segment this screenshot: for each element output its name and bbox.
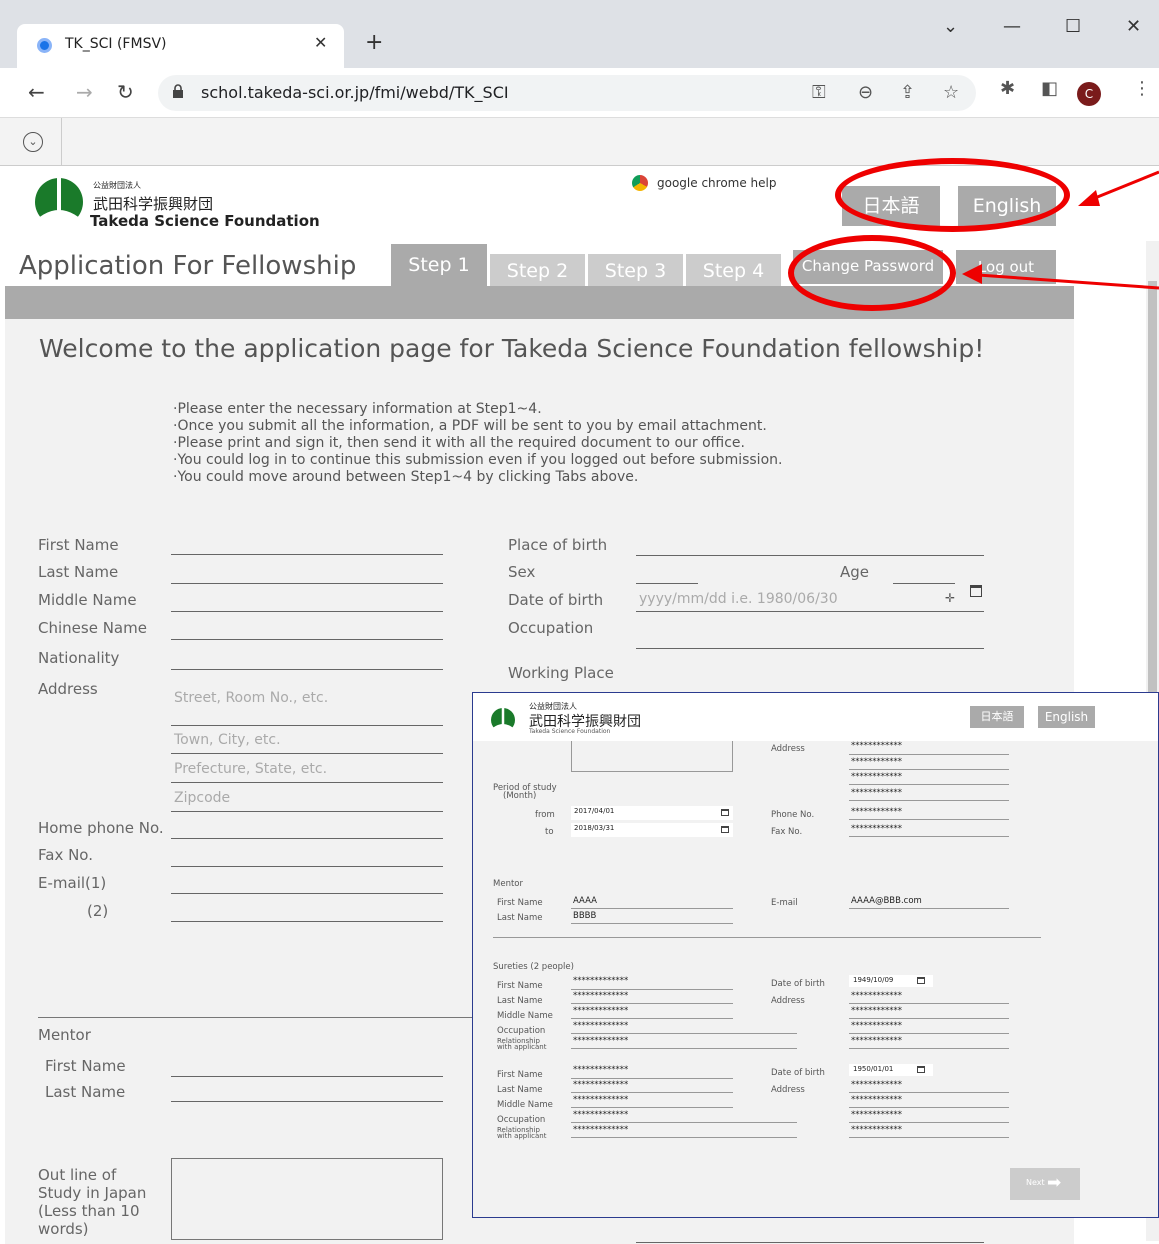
chrome-help-link[interactable]: google chrome help	[657, 176, 777, 190]
key-icon[interactable]: ⚿	[812, 82, 826, 103]
browser-tab[interactable]: TK_SCI (FMSV) ✕	[17, 24, 344, 68]
address-bar[interactable]: schol.takeda-sci.or.jp/fmi/webd/TK_SCI ⚿…	[158, 75, 976, 111]
reload-icon[interactable]: ↻	[117, 80, 134, 104]
favicon-icon	[37, 38, 52, 53]
home-phone-label: Home phone No.	[38, 819, 164, 837]
dob-spinner-icon[interactable]: ✛	[945, 591, 955, 605]
inset-org-en: Takeda Science Foundation	[529, 728, 611, 735]
age-label: Age	[840, 563, 870, 581]
outline-textarea[interactable]	[171, 1158, 443, 1240]
fax-label: Fax No.	[38, 846, 93, 864]
nationality-label: Nationality	[38, 649, 120, 667]
inset-next-button[interactable]: Next ➡	[1010, 1168, 1080, 1200]
chinese-name-field[interactable]	[171, 639, 443, 640]
menu-icon[interactable]: ⋮	[1133, 78, 1151, 99]
calendar-icon[interactable]	[970, 585, 982, 597]
minimize-icon[interactable]: —	[1003, 16, 1021, 37]
annotation-arrows	[962, 170, 1159, 290]
back-icon[interactable]: ←	[28, 80, 45, 104]
mentor-first-name-field[interactable]	[171, 1076, 443, 1077]
dob-input[interactable]: yyyy/mm/dd i.e. 1980/06/30	[639, 591, 838, 607]
place-of-birth-field[interactable]	[636, 555, 984, 556]
extensions-icon[interactable]: ✱	[1000, 78, 1015, 99]
tab-step-4[interactable]: Step 4	[686, 254, 781, 288]
occupation-field[interactable]	[636, 648, 984, 649]
first-name-field[interactable]	[171, 554, 443, 555]
dob-label: Date of birth	[508, 591, 604, 609]
zipcode-input[interactable]: Zipcode	[174, 790, 230, 806]
inset-to-date[interactable]: 2018/03/31	[571, 823, 733, 837]
middle-name-label: Middle Name	[38, 591, 137, 609]
email2-label: (2)	[87, 902, 109, 920]
fax-field[interactable]	[171, 866, 443, 867]
arrow-right-icon: ➡	[1047, 1173, 1062, 1193]
inset-body: Address ************ ************ ******…	[473, 741, 1158, 1217]
chinese-name-label: Chinese Name	[38, 619, 147, 637]
org-jp-name: 武田科学振興財団	[93, 195, 214, 213]
nationality-field[interactable]	[171, 669, 443, 670]
first-name-label: First Name	[38, 536, 119, 554]
sex-field[interactable]	[636, 583, 698, 584]
zoom-icon[interactable]: ⊖	[858, 82, 873, 103]
url-text: schol.takeda-sci.or.jp/fmi/webd/TK_SCI	[201, 83, 509, 102]
middle-name-field[interactable]	[171, 611, 443, 612]
org-small-text: 公益財団法人	[93, 181, 141, 190]
outline-label: Out line of Study in Japan (Less than 10…	[38, 1166, 147, 1238]
mentor-label: Mentor	[38, 1026, 91, 1044]
place-of-birth-label: Place of birth	[508, 536, 608, 554]
close-tab-icon[interactable]: ✕	[314, 33, 327, 52]
tab-step-2[interactable]: Step 2	[490, 254, 585, 288]
section-divider	[38, 1017, 478, 1018]
last-name-label: Last Name	[38, 563, 119, 581]
email2-field[interactable]	[171, 921, 443, 922]
occupation-label: Occupation	[508, 619, 594, 637]
inset-lang-jp-button[interactable]: 日本語	[970, 706, 1024, 728]
email1-field[interactable]	[171, 893, 443, 894]
lock-icon	[173, 84, 183, 98]
welcome-heading: Welcome to the application page for Take…	[39, 334, 985, 363]
annotation-circle-password	[788, 235, 956, 311]
tab-title: TK_SCI (FMSV)	[65, 36, 167, 52]
instructions: ·Please enter the necessary information …	[173, 401, 783, 485]
inset-screenshot: 公益財団法人 武田科学振興財団 Takeda Science Foundatio…	[472, 692, 1159, 1218]
inset-lang-en-button[interactable]: English	[1038, 706, 1095, 728]
browser-tab-strip: TK_SCI (FMSV) ✕ + ⌄ — ☐ ✕	[0, 0, 1159, 68]
tab-search-icon[interactable]: ⌄	[943, 16, 958, 37]
address-city-input[interactable]: Town, City, etc.	[174, 732, 281, 748]
mentor-last-name-label: Last Name	[45, 1083, 126, 1101]
inset-from-date[interactable]: 2017/04/01	[571, 806, 733, 820]
mentor-first-name-label: First Name	[45, 1057, 126, 1075]
close-window-icon[interactable]: ✕	[1126, 16, 1141, 37]
profile-avatar[interactable]: C	[1077, 82, 1101, 106]
share-icon[interactable]: ⇪	[900, 82, 915, 103]
inset-logo-icon	[487, 707, 519, 733]
working-place-label: Working Place	[508, 664, 614, 682]
tab-step-3[interactable]: Step 3	[588, 254, 683, 288]
last-name-field[interactable]	[171, 583, 443, 584]
address-label: Address	[38, 680, 98, 698]
side-panel-icon[interactable]: ◧	[1041, 78, 1058, 99]
mentor-last-name-field[interactable]	[171, 1101, 443, 1102]
bookmark-star-icon[interactable]: ☆	[943, 82, 959, 103]
email1-label: E-mail(1)	[38, 874, 107, 892]
maximize-icon[interactable]: ☐	[1065, 16, 1081, 37]
chevron-down-icon[interactable]: ⌄	[23, 132, 43, 152]
page-title: Application For Fellowship	[19, 251, 357, 281]
org-en-name: Takeda Science Foundation	[90, 212, 320, 230]
sex-label: Sex	[508, 563, 536, 581]
address-street-input[interactable]: Street, Room No., etc.	[174, 690, 328, 706]
tab-step-1[interactable]: Step 1	[391, 244, 487, 286]
age-field[interactable]	[893, 583, 955, 584]
foundation-logo-icon	[28, 176, 90, 228]
home-phone-field[interactable]	[171, 838, 443, 839]
chrome-logo-icon	[632, 175, 648, 191]
address-state-input[interactable]: Prefecture, State, etc.	[174, 761, 327, 777]
new-tab-icon[interactable]: +	[365, 30, 383, 55]
forward-icon[interactable]: →	[76, 80, 93, 104]
